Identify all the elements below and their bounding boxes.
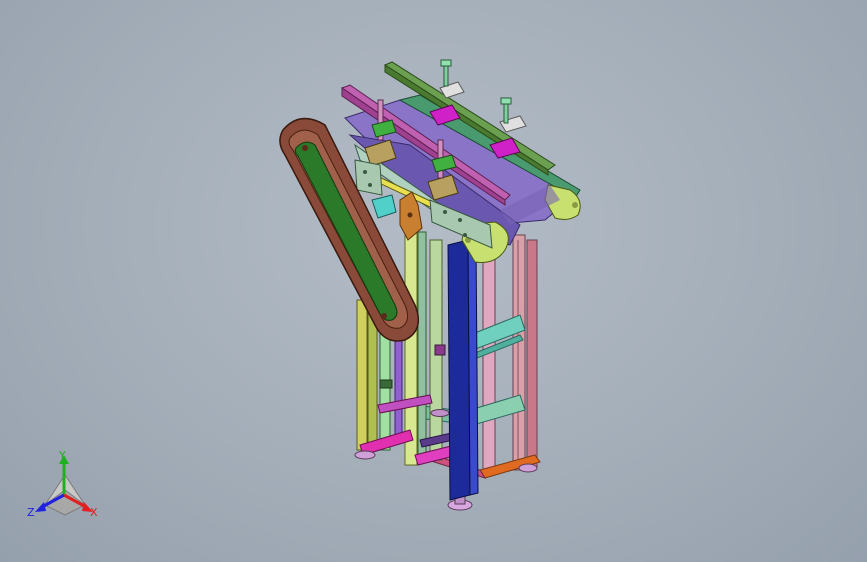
triad-x-label: X	[90, 506, 98, 519]
triad-z-label: Z	[27, 506, 35, 519]
graphics-viewport[interactable]: Y X Z	[0, 0, 867, 562]
triad-y-label: Y	[58, 449, 66, 462]
coordinate-triad: Y X Z	[27, 449, 98, 519]
model-scene[interactable]: Y X Z	[0, 0, 867, 562]
front-post	[447, 239, 479, 501]
